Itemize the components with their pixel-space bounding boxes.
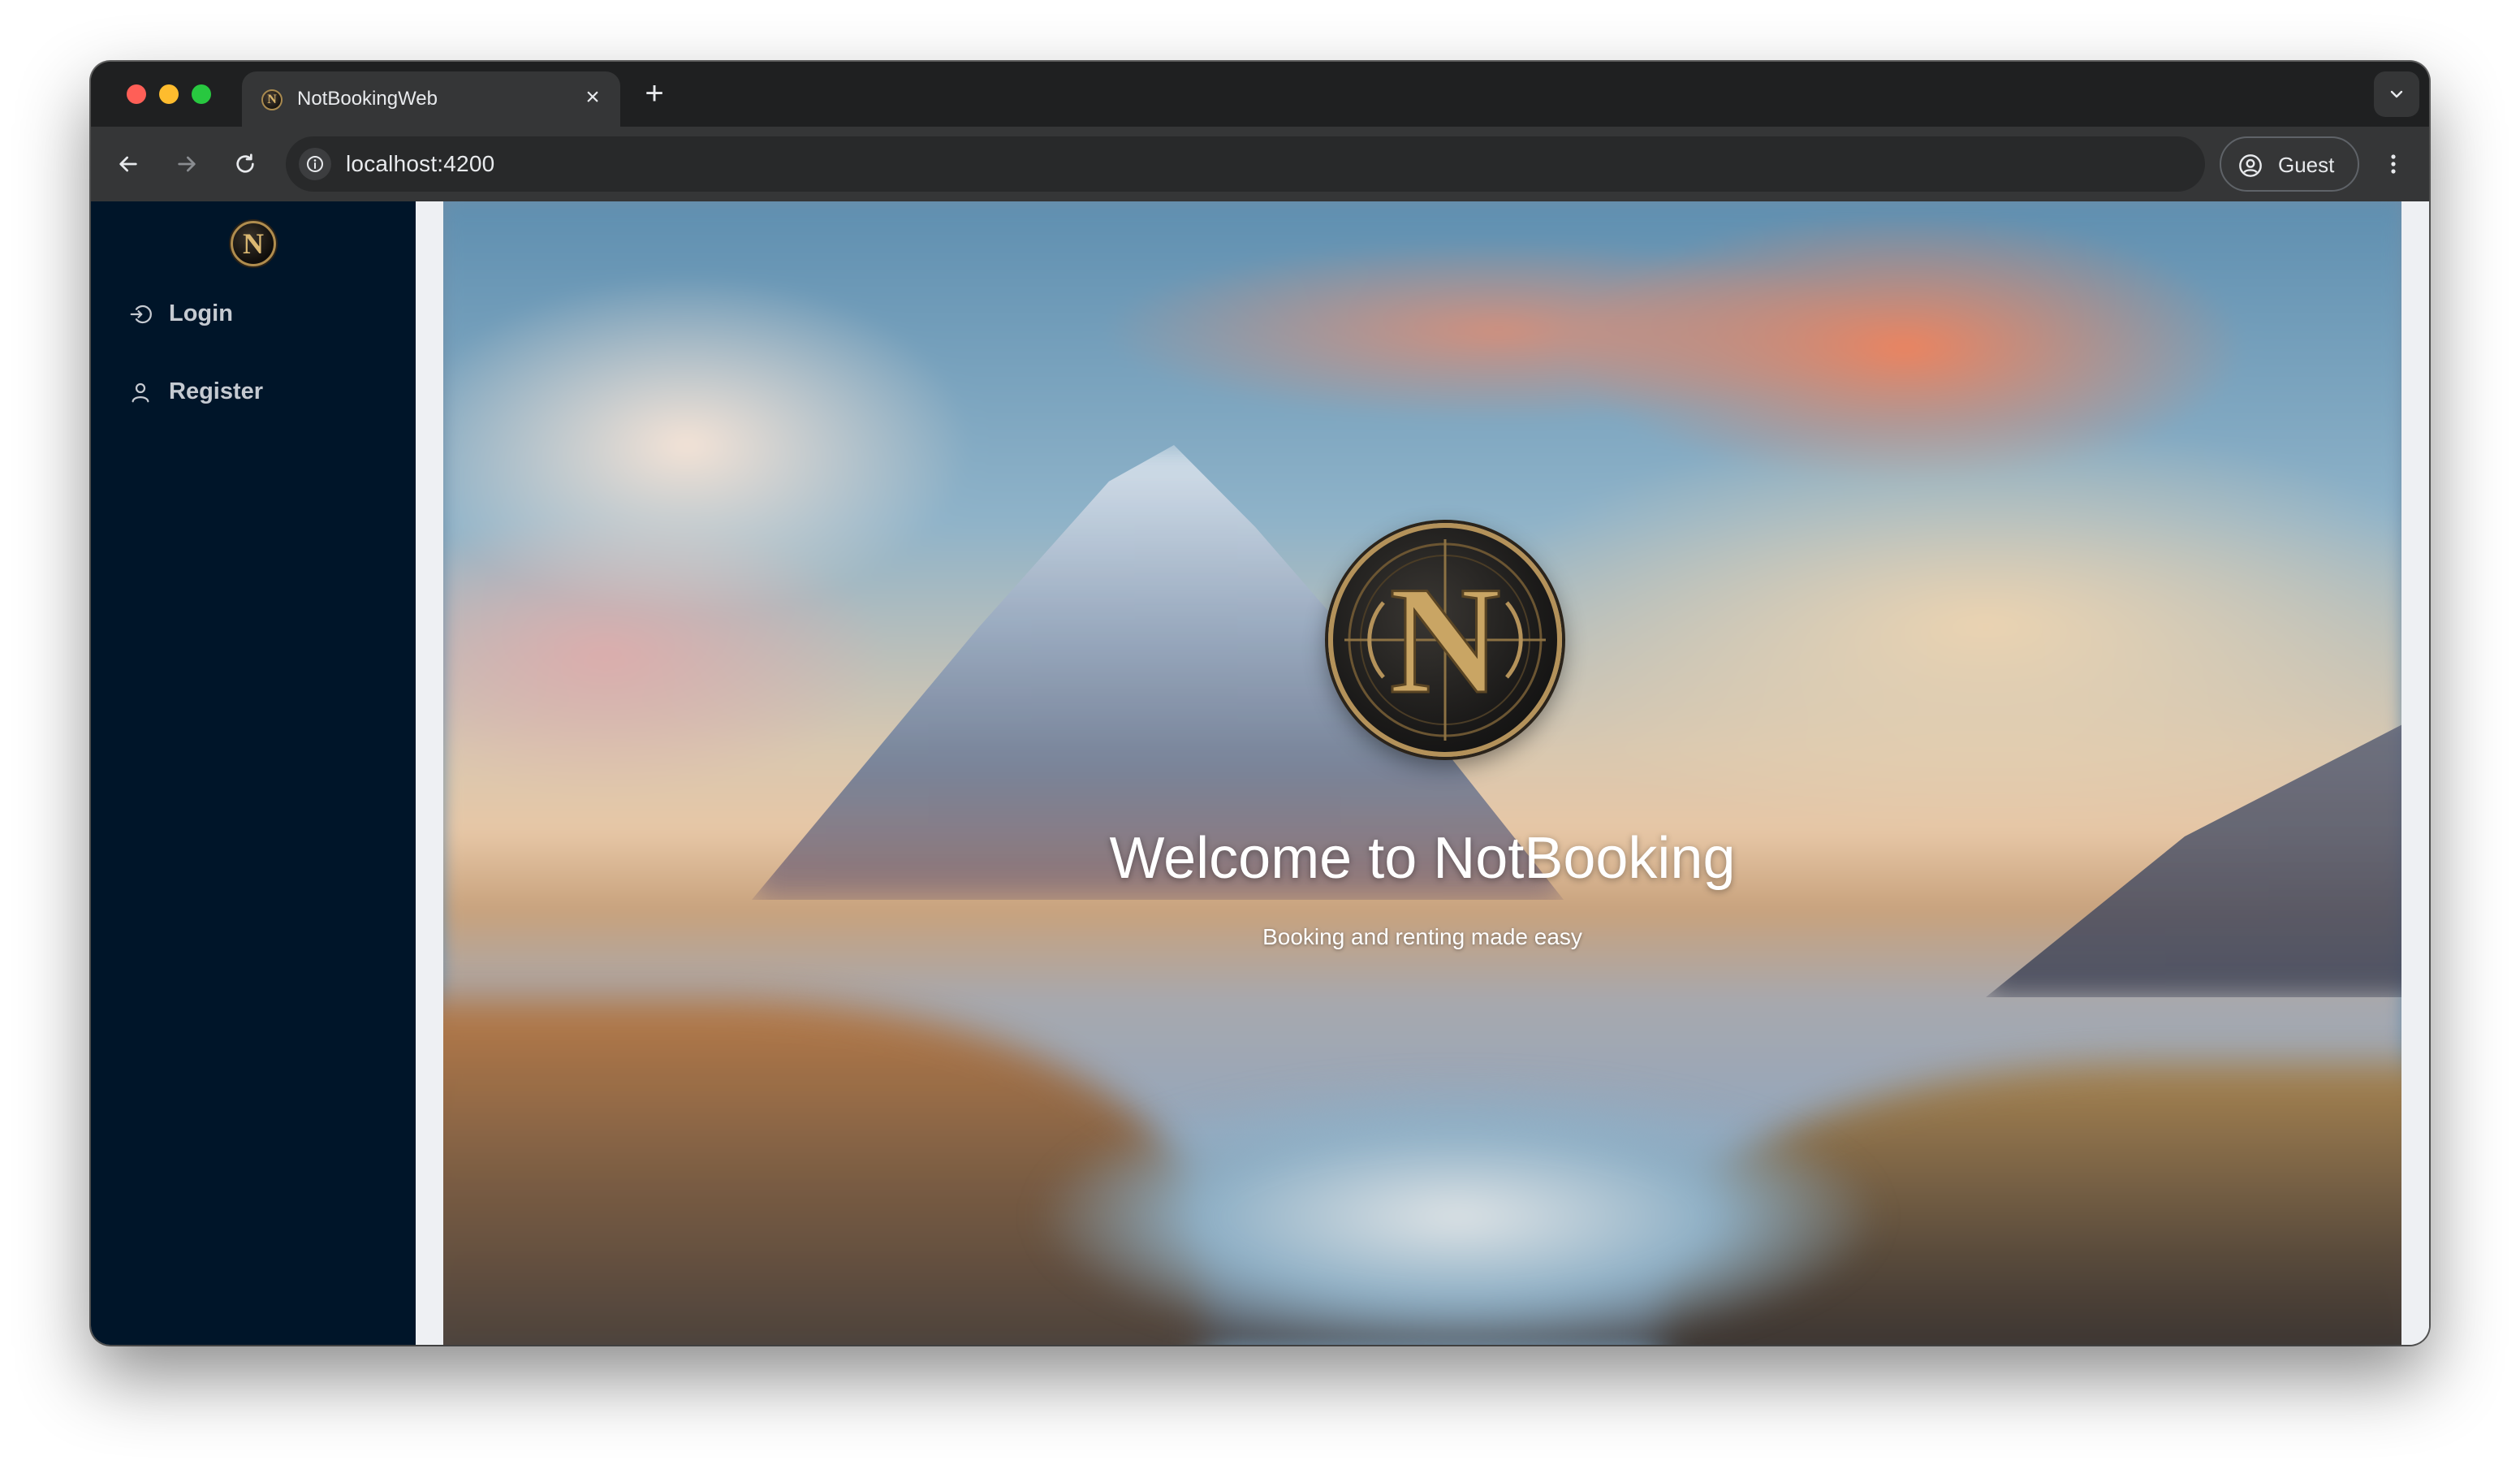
hero-section: N Welcome to NotBooking Booking and rent… <box>443 201 2401 1345</box>
chevron-down-icon <box>2390 90 2403 98</box>
profile-button[interactable]: Guest <box>2220 136 2359 192</box>
hero-title: Welcome to NotBooking <box>1109 826 1736 891</box>
maximize-window-button[interactable] <box>192 84 211 104</box>
minimize-window-button[interactable] <box>159 84 179 104</box>
person-circle-icon <box>2239 154 2262 177</box>
content-gutter <box>416 201 443 1345</box>
logo-letter: N <box>243 227 264 260</box>
browser-toolbar: localhost:4200 Guest <box>91 127 2429 201</box>
content-gutter-right <box>2401 201 2429 1345</box>
notbooking-logo[interactable]: N <box>231 221 276 266</box>
tab-search-button[interactable] <box>2374 71 2419 117</box>
forward-arrow-icon <box>178 156 196 172</box>
sidebar: N Login Register <box>91 201 416 1345</box>
address-bar[interactable]: localhost:4200 <box>286 136 2205 192</box>
notbooking-logo-icon: N <box>261 89 283 110</box>
login-icon <box>130 305 152 324</box>
browser-tab[interactable]: N NotBookingWeb × <box>242 71 620 127</box>
tab-title: NotBookingWeb <box>297 88 438 110</box>
notbooking-emblem-icon: N <box>1344 539 1546 741</box>
close-tab-button[interactable]: × <box>580 84 606 110</box>
user-icon <box>132 382 149 403</box>
sidebar-item-label: Register <box>169 378 264 404</box>
browser-menu-button[interactable] <box>2374 145 2413 184</box>
new-tab-button[interactable]: + <box>636 76 672 112</box>
info-icon <box>307 156 323 172</box>
sidebar-item-label: Login <box>169 300 233 326</box>
hero-background-lake <box>1012 1078 1905 1345</box>
emblem-letter: N <box>1389 555 1500 726</box>
reload-button[interactable] <box>226 145 265 184</box>
sidebar-item-register[interactable]: Register <box>91 359 416 424</box>
profile-label: Guest <box>2278 153 2335 177</box>
site-info-button[interactable] <box>299 148 331 180</box>
forward-button[interactable] <box>167 145 206 184</box>
reload-icon <box>236 153 254 173</box>
back-arrow-icon <box>119 156 137 172</box>
tab-strip: N NotBookingWeb × + <box>91 62 2429 127</box>
kebab-menu-icon <box>2391 154 2396 174</box>
url-text: localhost:4200 <box>346 151 495 176</box>
close-window-button[interactable] <box>127 84 146 104</box>
browser-window: N NotBookingWeb × + localhost:4200 Guest… <box>91 62 2429 1345</box>
web-page: N Login Register N Welcome to NotBooking… <box>91 201 2429 1345</box>
brand-logo: N <box>1328 523 1562 757</box>
back-button[interactable] <box>109 145 148 184</box>
hero-subtitle: Booking and renting made easy <box>1262 924 1582 949</box>
sidebar-item-login[interactable]: Login <box>91 281 416 346</box>
